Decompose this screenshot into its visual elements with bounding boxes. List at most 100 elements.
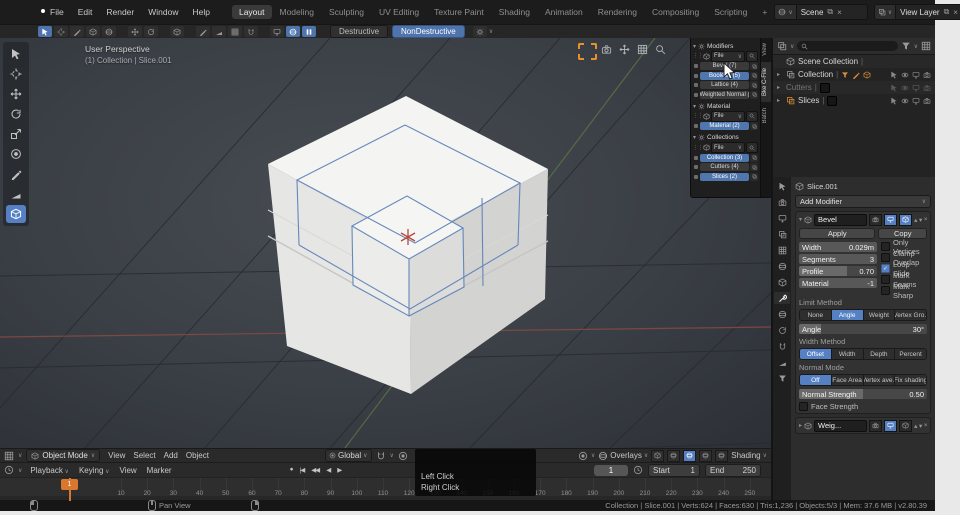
- menu-window[interactable]: Window: [142, 5, 184, 19]
- file-dropdown[interactable]: File ∨: [711, 110, 745, 122]
- viewport-3d[interactable]: User Perspective (1) Collection | Slice.…: [0, 38, 771, 448]
- outliner-new-collection-icon[interactable]: [921, 41, 931, 51]
- item-side-button[interactable]: [750, 71, 758, 80]
- visibility-icon[interactable]: [901, 84, 909, 92]
- angle-slider[interactable]: Angle 30°: [799, 324, 927, 334]
- snap-magnet-icon[interactable]: [376, 451, 386, 461]
- rotate-icon[interactable]: [144, 26, 158, 37]
- option-angle[interactable]: Angle: [831, 310, 864, 320]
- tool-add-cube-button[interactable]: [6, 205, 26, 223]
- item-button-cutters-4[interactable]: Cutters (4): [700, 163, 749, 172]
- tool-transform-button[interactable]: [6, 145, 26, 163]
- start-frame-field[interactable]: Start 1: [648, 463, 700, 477]
- menu-help[interactable]: Help: [186, 5, 215, 19]
- tool-rotate-button[interactable]: [6, 105, 26, 123]
- current-frame-field[interactable]: 1: [594, 464, 628, 476]
- playhead-frame-badge[interactable]: 1: [61, 479, 78, 490]
- item-side-button[interactable]: [750, 163, 758, 172]
- scene-new-icon[interactable]: ⧉: [827, 7, 833, 17]
- selectable-icon[interactable]: [890, 97, 898, 105]
- render-icon[interactable]: [923, 84, 931, 92]
- outliner-filter-icon[interactable]: [901, 41, 911, 51]
- zoom-icon[interactable]: [655, 44, 666, 55]
- close-icon[interactable]: ×: [924, 216, 928, 223]
- render-icon[interactable]: [923, 71, 931, 79]
- item-button-lattice-4[interactable]: Lattice (4): [700, 81, 749, 90]
- tab-material[interactable]: [774, 372, 790, 384]
- option-depth[interactable]: Depth: [863, 349, 896, 359]
- shading-wireframe-button[interactable]: [667, 449, 681, 462]
- drag-handle[interactable]: ⋮⋮: [693, 145, 703, 151]
- item-side-button[interactable]: [750, 122, 758, 131]
- move-view-icon[interactable]: [619, 44, 630, 55]
- tab-item[interactable]: +: [755, 5, 774, 19]
- tab-rendering[interactable]: Rendering: [591, 5, 644, 19]
- tab-animation[interactable]: Animation: [538, 5, 590, 19]
- move-icon[interactable]: [128, 26, 142, 37]
- expand-caret-icon[interactable]: ▸: [777, 84, 783, 91]
- visibility-icon[interactable]: [901, 97, 909, 105]
- normal-strength-slider[interactable]: Normal Strength 0.50: [799, 389, 927, 399]
- section-header-material[interactable]: ▾ Material: [693, 102, 758, 110]
- viewport-icon[interactable]: [912, 71, 920, 79]
- tab-output[interactable]: [774, 212, 790, 224]
- tab-view-layer[interactable]: [774, 228, 790, 240]
- tab-modifiers[interactable]: [774, 292, 790, 304]
- show-gizmo-icon[interactable]: [578, 451, 588, 461]
- use-preview-range-icon[interactable]: [633, 465, 643, 475]
- scene-browse-button[interactable]: ∨: [774, 4, 797, 20]
- tab-compositing[interactable]: Compositing: [645, 5, 706, 19]
- item-side-button[interactable]: [750, 153, 758, 162]
- tab-layout[interactable]: Layout: [231, 5, 272, 19]
- add-modifier-dropdown[interactable]: Add Modifier ∨: [795, 195, 931, 208]
- record-button[interactable]: ●: [288, 466, 295, 474]
- item-side-button[interactable]: [750, 62, 758, 71]
- item-button-collection-3[interactable]: Collection (3): [700, 153, 749, 162]
- item-button-weighted-normal[interactable]: Weighted Normal (: [700, 90, 749, 99]
- checkbox-box[interactable]: ✓: [881, 264, 890, 273]
- tab-scene[interactable]: [774, 244, 790, 256]
- sphere-icon[interactable]: [286, 26, 300, 37]
- tab-shading[interactable]: Shading: [492, 5, 537, 19]
- field-segments[interactable]: Segments 3: [799, 254, 877, 264]
- tool-annotate-button[interactable]: [6, 165, 26, 183]
- section-header-modifiers[interactable]: ▾ Modifiers: [693, 42, 758, 50]
- modifier-name-field[interactable]: Bevel: [814, 213, 868, 226]
- shading-dropdown[interactable]: Shading ∨: [731, 451, 767, 460]
- timeline-menu-keying[interactable]: Keying ∨: [75, 466, 114, 475]
- xray-toggle[interactable]: [651, 449, 665, 462]
- tab-particles[interactable]: [774, 308, 790, 320]
- play-reverse-button[interactable]: ◀: [324, 466, 332, 474]
- menu-select[interactable]: Select: [129, 451, 159, 460]
- viewport-icon[interactable]: [912, 97, 920, 105]
- shading-material-button[interactable]: [699, 449, 713, 462]
- timeline-editor-icon[interactable]: [4, 465, 14, 475]
- expand-caret-icon[interactable]: ▸: [777, 97, 783, 104]
- tool-measure-button[interactable]: [6, 185, 26, 203]
- tool-scale-button[interactable]: [6, 125, 26, 143]
- tab-object[interactable]: [774, 276, 790, 288]
- selectable-icon[interactable]: [890, 71, 898, 79]
- exclude-checkbox[interactable]: [819, 82, 830, 93]
- view-layer-remove-icon[interactable]: ×: [953, 8, 958, 17]
- panel-tab-view[interactable]: View: [761, 38, 771, 62]
- measure-icon[interactable]: [212, 26, 226, 37]
- field-width[interactable]: Width 0.029m: [799, 242, 877, 252]
- scene-name-field[interactable]: Scene ⧉ ×: [796, 4, 868, 20]
- tool-cursor-button[interactable]: [6, 65, 26, 83]
- checkbox-box[interactable]: [881, 275, 890, 284]
- tab-texture-paint[interactable]: Texture Paint: [427, 5, 491, 19]
- cube-object[interactable]: [267, 96, 549, 394]
- tab-sculpting[interactable]: Sculpting: [322, 5, 371, 19]
- outliner-row-scene-collection[interactable]: Scene Collection |: [773, 55, 935, 68]
- boxcutter-active-tool-icon[interactable]: [578, 43, 597, 60]
- realtime-toggle[interactable]: [884, 213, 898, 226]
- mode-dropdown[interactable]: Object Mode ∨: [26, 449, 101, 462]
- section-header-collections[interactable]: ▾ Collections: [693, 134, 758, 142]
- option-offset[interactable]: Offset: [800, 349, 832, 359]
- proportional-edit-icon[interactable]: [398, 451, 408, 461]
- outliner-row-cutters[interactable]: ▸ Cutters |: [773, 81, 935, 94]
- option-percent[interactable]: Percent: [895, 349, 926, 359]
- outliner-row-slices[interactable]: ▸ Slices |: [773, 94, 935, 107]
- expand-caret-icon[interactable]: ▸: [777, 71, 783, 78]
